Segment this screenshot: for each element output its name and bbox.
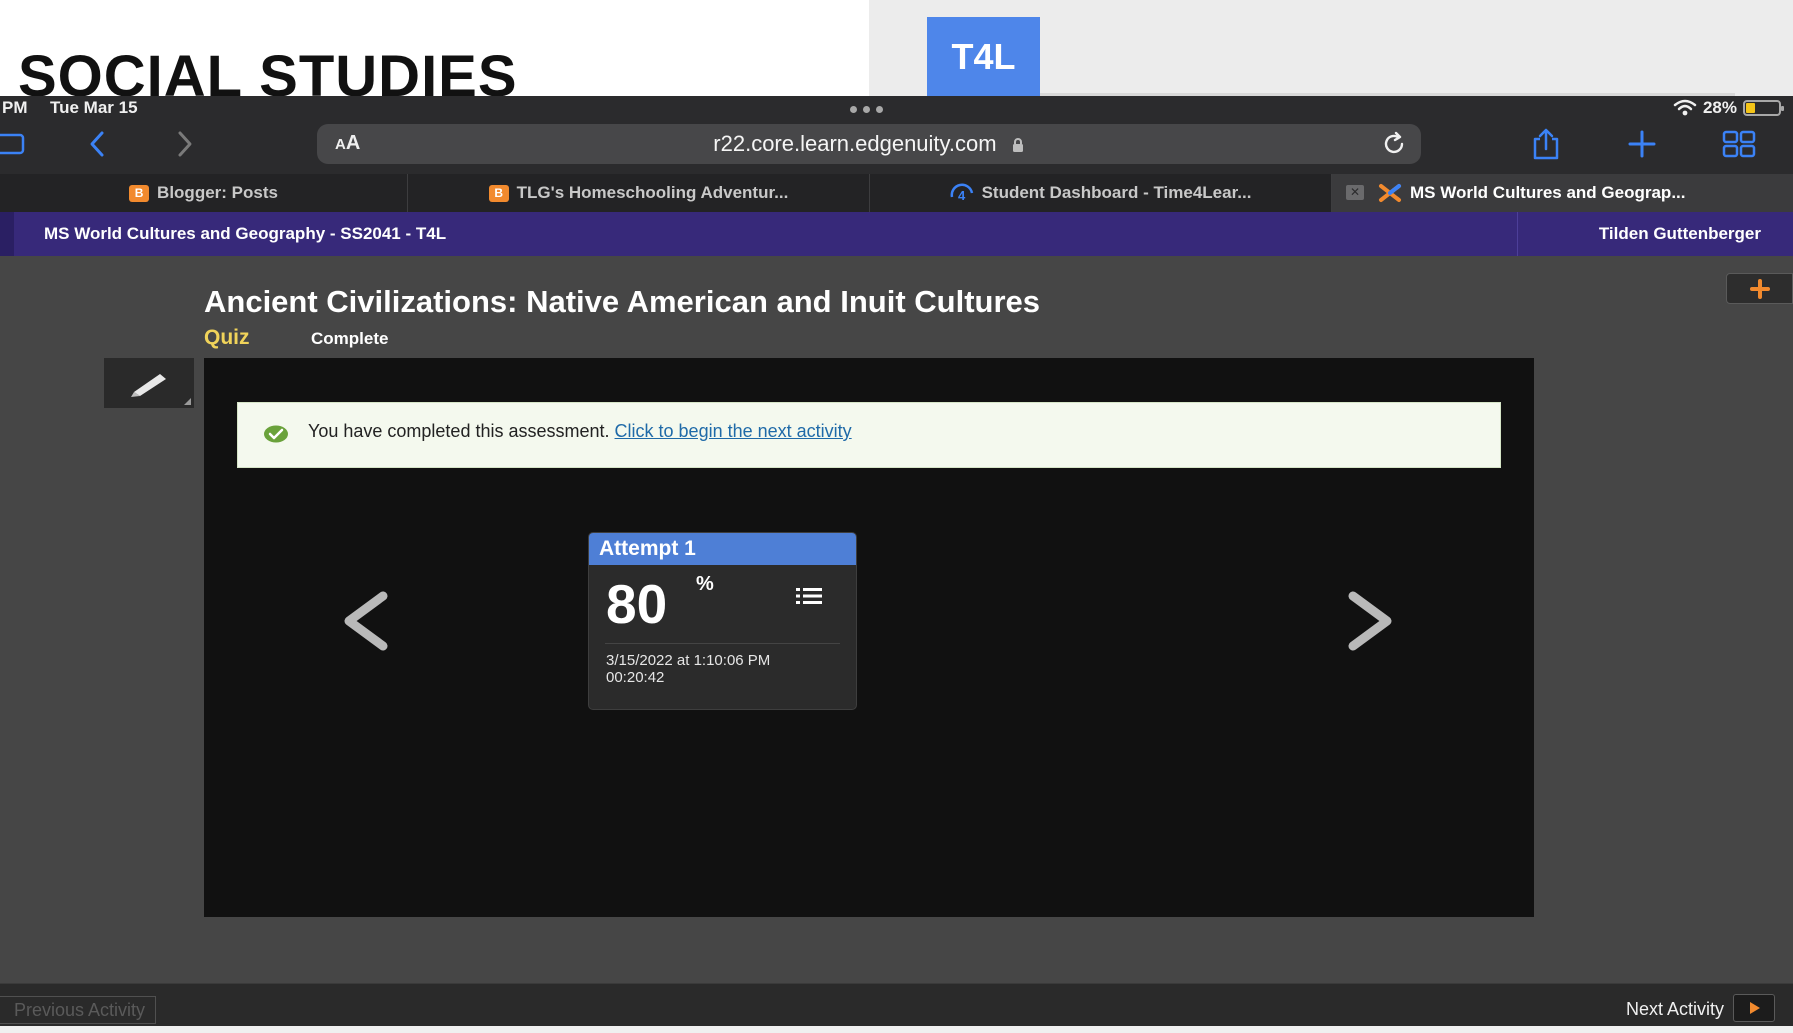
tab-label: TLG's Homeschooling Adventur... <box>516 183 789 202</box>
wifi-icon <box>1673 99 1697 116</box>
reload-icon[interactable] <box>1381 131 1407 157</box>
next-activity-link[interactable]: Click to begin the next activity <box>615 421 852 441</box>
tab-overview-icon[interactable] <box>1720 126 1758 162</box>
add-tool-button[interactable] <box>1726 273 1793 304</box>
activity-status: Complete <box>311 329 389 348</box>
expand-corner-icon <box>184 398 191 405</box>
lock-icon <box>1012 138 1023 152</box>
next-attempt-arrow-icon[interactable] <box>1345 590 1397 652</box>
tab-label: MS World Cultures and Geograp... <box>1410 183 1686 202</box>
attempt-date: 3/15/2022 at 1:10:06 PM <box>606 652 771 669</box>
battery-percent: 28% <box>1702 98 1737 117</box>
plus-icon <box>1749 278 1770 299</box>
back-icon[interactable] <box>82 126 112 162</box>
tab-homeschooling-blog[interactable]: B TLG's Homeschooling Adventur... <box>408 174 870 212</box>
activity-player: You have completed this assessment. Clic… <box>204 358 1534 917</box>
time4learning-icon: 4 <box>950 183 973 203</box>
status-time: PM <box>2 98 28 117</box>
notes-tool-button[interactable] <box>104 358 194 408</box>
next-activity-button[interactable] <box>1733 994 1775 1022</box>
sidebar-icon[interactable] <box>0 126 26 162</box>
svg-text:4: 4 <box>958 188 966 203</box>
close-tab-icon[interactable]: ✕ <box>1346 185 1364 200</box>
status-date: Tue Mar 15 <box>50 98 138 117</box>
blogger-icon: B <box>129 184 150 202</box>
course-title[interactable]: MS World Cultures and Geography - SS2041… <box>44 224 446 244</box>
new-tab-icon[interactable] <box>1624 126 1660 162</box>
edgenuity-icon <box>1379 184 1401 202</box>
bottom-edge <box>0 1026 1793 1033</box>
blogger-icon: B <box>488 184 509 202</box>
banner-text: You have completed this assessment. Clic… <box>308 421 852 442</box>
play-icon <box>1750 1002 1760 1014</box>
score-unit: % <box>696 573 714 595</box>
attempt-label: Attempt 1 <box>589 533 856 565</box>
previous-activity-button[interactable]: Previous Activity <box>0 996 157 1024</box>
pencil-icon <box>131 374 166 397</box>
document-heading: SOCIAL STUDIES <box>18 44 518 96</box>
activity-type: Quiz <box>204 326 250 349</box>
attempt-card[interactable]: Attempt 1 80 % 3/15/2022 at 1:10:06 PM 0… <box>588 532 857 710</box>
battery-icon <box>1743 100 1784 116</box>
url-text[interactable]: r22.core.learn.edgenuity.com <box>317 131 1421 157</box>
tab-blogger-posts[interactable]: B Blogger: Posts <box>0 174 408 212</box>
tab-student-dashboard[interactable]: 4 Student Dashboard - Time4Lear... <box>870 174 1332 212</box>
address-bar[interactable]: AA r22.core.learn.edgenuity.com <box>317 124 1421 164</box>
tab-label: Student Dashboard - Time4Lear... <box>981 183 1252 202</box>
header-edge <box>0 212 14 256</box>
attempt-score: 80 <box>606 573 668 635</box>
multitasking-dots-icon[interactable] <box>850 106 883 113</box>
card-divider <box>605 643 840 644</box>
tab-label: Blogger: Posts <box>157 183 278 202</box>
course-header: MS World Cultures and Geography - SS2041… <box>0 212 1793 256</box>
forward-icon[interactable] <box>170 126 200 162</box>
previous-attempt-arrow-icon[interactable] <box>339 590 391 652</box>
tab-ms-world-cultures[interactable]: ✕ MS World Cultures and Geograp... <box>1332 174 1793 212</box>
completion-banner: You have completed this assessment. Clic… <box>237 402 1501 468</box>
header-divider <box>1517 212 1518 256</box>
list-icon[interactable] <box>795 586 823 606</box>
attempt-duration: 00:20:42 <box>606 669 665 686</box>
check-icon <box>264 425 288 443</box>
banner-message: You have completed this assessment. <box>308 421 610 441</box>
user-menu[interactable]: Tilden Guttenberger <box>1599 224 1761 244</box>
activity-title: Ancient Civilizations: Native American a… <box>204 284 1041 319</box>
status-indicators: 28% <box>1673 98 1784 118</box>
tab-bar: B Blogger: Posts B TLG's Homeschooling A… <box>0 174 1793 212</box>
t4l-tile: T4L <box>927 17 1040 96</box>
share-icon[interactable] <box>1526 124 1566 164</box>
next-activity-label[interactable]: Next Activity <box>1626 999 1724 1020</box>
background-document: SOCIAL STUDIES T4L <box>0 0 1793 96</box>
main-content: Ancient Civilizations: Native American a… <box>0 256 1793 983</box>
